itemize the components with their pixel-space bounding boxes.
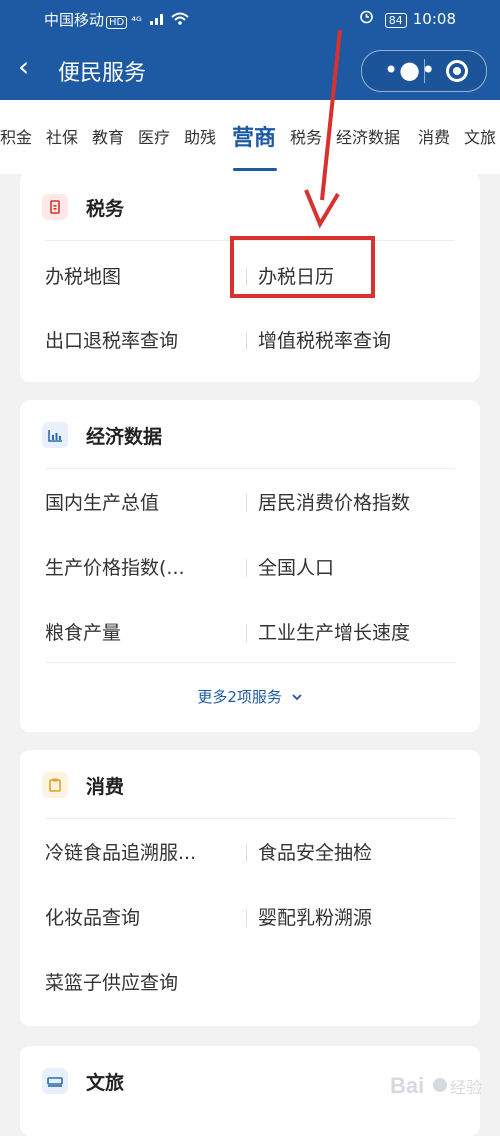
svg-text:经验: 经验	[450, 1078, 482, 1097]
service-food-safety-check[interactable]: 食品安全抽检	[258, 838, 372, 865]
service-tax-map[interactable]: 办税地图	[45, 262, 121, 289]
service-population[interactable]: 全国人口	[258, 553, 334, 580]
chevron-down-icon	[292, 694, 302, 701]
section-title: 经济数据	[86, 426, 163, 448]
service-gdp[interactable]: 国内生产总值	[45, 488, 159, 515]
section-title: 消费	[86, 776, 125, 798]
service-cold-chain-trace[interactable]: 冷链食品追溯服...	[45, 838, 196, 865]
bed-icon	[42, 1068, 68, 1094]
column-divider	[246, 624, 247, 642]
more-services-button[interactable]: 更多2项服务	[20, 686, 480, 707]
service-vegetable-supply-query[interactable]: 菜篮子供应查询	[45, 968, 178, 995]
annotation-arrow	[304, 29, 342, 229]
column-divider	[246, 559, 247, 577]
service-grain-output[interactable]: 粮食产量	[45, 618, 121, 645]
service-ppi[interactable]: 生产价格指数(...	[45, 553, 185, 580]
section-title: 文旅	[86, 1072, 125, 1094]
more-services-label: 更多2项服务	[197, 688, 282, 706]
service-cosmetics-query[interactable]: 化妆品查询	[45, 903, 140, 930]
service-industrial-growth[interactable]: 工业生产增长速度	[258, 618, 410, 645]
section-divider	[45, 818, 455, 819]
service-infant-formula-trace[interactable]: 婴配乳粉溯源	[258, 903, 372, 930]
clipboard-icon	[42, 772, 68, 798]
column-divider	[246, 909, 247, 927]
section-card-consumption: 消费 冷链食品追溯服... 食品安全抽检 化妆品查询 婴配乳粉溯源 菜篮子供应查…	[20, 750, 480, 1026]
baidu-jingyan-watermark: Bai 经验	[390, 1073, 482, 1098]
section-card-economy: 经济数据 国内生产总值 居民消费价格指数 生产价格指数(... 全国人口 粮食产…	[20, 400, 480, 732]
column-divider	[246, 494, 247, 512]
section-divider	[45, 662, 455, 663]
bar-chart-icon	[42, 422, 68, 448]
column-divider	[246, 844, 247, 862]
column-divider	[246, 332, 247, 350]
service-vat-rate-query[interactable]: 增值税税率查询	[258, 326, 391, 353]
section-divider	[45, 468, 455, 469]
annotation-highlight-box	[230, 236, 375, 298]
svg-text:Bai: Bai	[390, 1073, 424, 1098]
service-export-rebate-query[interactable]: 出口退税率查询	[45, 326, 178, 353]
service-cpi[interactable]: 居民消费价格指数	[258, 488, 410, 515]
